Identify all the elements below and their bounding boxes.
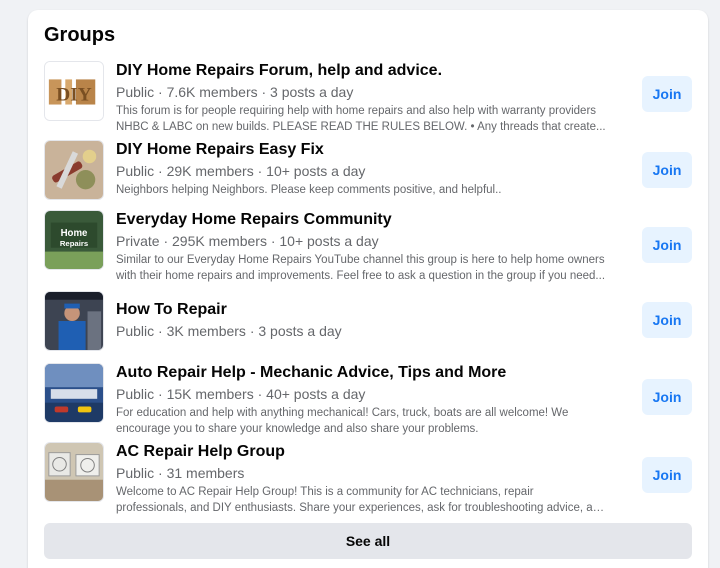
tools-image	[45, 141, 103, 199]
group-thumbnail[interactable]	[44, 140, 104, 200]
group-row[interactable]: Home Repairs Everyday Home Repairs Commu…	[44, 210, 692, 282]
group-thumbnail[interactable]	[44, 442, 104, 502]
join-button[interactable]: Join	[642, 457, 692, 493]
group-description: For education and help with anything mec…	[116, 407, 569, 435]
group-row[interactable]: AC Repair Help Group Public · 31 members…	[44, 442, 692, 514]
group-name[interactable]: DIY Home Repairs Easy Fix	[116, 140, 606, 160]
group-row[interactable]: DIY DIY Home Repairs Forum, help and adv…	[44, 61, 692, 133]
group-row[interactable]: DIY Home Repairs Easy Fix Public · 29K m…	[44, 140, 692, 202]
groups-card: Groups DIY DIY Home Repairs Forum, help …	[28, 10, 708, 568]
group-name[interactable]: Everyday Home Repairs Community	[116, 210, 606, 230]
group-row[interactable]: How To Repair Public · 3K members · 3 po…	[44, 291, 692, 351]
group-thumbnail[interactable]	[44, 291, 104, 351]
group-info: Auto Repair Help - Mechanic Advice, Tips…	[116, 363, 606, 437]
group-description: Neighbors helping Neighbors. Please keep…	[116, 184, 502, 196]
everyday-home-repairs-logo: Home Repairs	[45, 211, 103, 269]
group-meta: Private · 295K members · 10+ posts a day	[116, 233, 379, 249]
group-name[interactable]: DIY Home Repairs Forum, help and advice.	[116, 61, 606, 81]
wooden-letters-image: DIY	[45, 62, 103, 120]
svg-text:Repairs: Repairs	[60, 239, 88, 248]
group-meta: Public · 3K members · 3 posts a day	[116, 323, 342, 339]
technician-photo	[45, 292, 103, 350]
join-button[interactable]: Join	[642, 76, 692, 112]
group-meta: Public · 29K members · 10+ posts a day	[116, 163, 366, 179]
auto-shop-photo	[45, 364, 103, 422]
group-meta: Public · 7.6K members · 3 posts a day	[116, 84, 354, 100]
group-info: AC Repair Help Group Public · 31 members…	[116, 442, 606, 516]
group-description: Welcome to AC Repair Help Group! This is…	[116, 486, 606, 514]
group-name[interactable]: AC Repair Help Group	[116, 442, 606, 462]
svg-text:Home: Home	[61, 228, 88, 239]
group-row[interactable]: Auto Repair Help - Mechanic Advice, Tips…	[44, 363, 692, 435]
join-button[interactable]: Join	[642, 379, 692, 415]
group-info: DIY Home Repairs Forum, help and advice.…	[116, 61, 606, 135]
join-button[interactable]: Join	[642, 227, 692, 263]
ac-units-photo	[45, 443, 103, 501]
group-description: This forum is for people requiring help …	[116, 105, 606, 133]
group-name[interactable]: Auto Repair Help - Mechanic Advice, Tips…	[116, 363, 606, 383]
join-button[interactable]: Join	[642, 302, 692, 338]
join-button[interactable]: Join	[642, 152, 692, 188]
group-thumbnail[interactable]	[44, 363, 104, 423]
group-info: Everyday Home Repairs Community Private …	[116, 210, 606, 284]
group-description: Similar to our Everyday Home Repairs You…	[116, 254, 606, 282]
group-thumbnail[interactable]: Home Repairs	[44, 210, 104, 270]
group-name[interactable]: How To Repair	[116, 300, 606, 320]
group-thumbnail[interactable]: DIY	[44, 61, 104, 121]
group-meta: Public · 31 members	[116, 465, 245, 481]
group-info: How To Repair Public · 3K members · 3 po…	[116, 291, 606, 340]
group-meta: Public · 15K members · 40+ posts a day	[116, 386, 366, 402]
see-all-button[interactable]: See all	[44, 523, 692, 559]
svg-text:DIY: DIY	[56, 85, 91, 106]
group-info: DIY Home Repairs Easy Fix Public · 29K m…	[116, 140, 606, 198]
section-title: Groups	[44, 24, 116, 46]
